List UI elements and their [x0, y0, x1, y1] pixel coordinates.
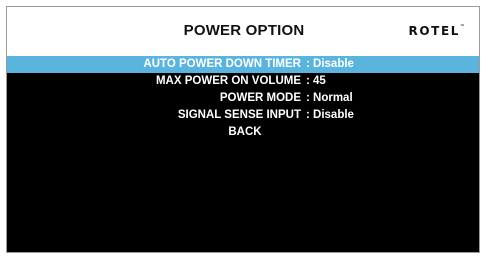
menu-item-label: MAX POWER ON VOLUME [155, 75, 301, 87]
osd-screen: POWER OPTION ROTEL™ AUTO POWER DOWN TIME… [6, 6, 480, 253]
menu-item-power-mode[interactable]: POWER MODE : Normal [7, 90, 479, 107]
menu-item-value: : Disable [306, 109, 354, 121]
logo-trademark: ™ [460, 24, 465, 30]
logo-text: ROTEL [408, 24, 460, 38]
menu-item-value: : Disable [306, 58, 354, 70]
header-bar: POWER OPTION ROTEL™ [7, 7, 479, 56]
menu-item-label: SIGNAL SENSE INPUT [177, 109, 301, 121]
menu-item-label: POWER MODE [219, 92, 301, 104]
power-option-menu: AUTO POWER DOWN TIMER : Disable MAX POWE… [7, 56, 479, 141]
menu-item-auto-power-down-timer[interactable]: AUTO POWER DOWN TIMER : Disable [7, 56, 479, 73]
menu-item-signal-sense-input[interactable]: SIGNAL SENSE INPUT : Disable [7, 107, 479, 124]
menu-item-max-power-on-volume[interactable]: MAX POWER ON VOLUME : 45 [7, 73, 479, 90]
back-button[interactable]: BACK [7, 124, 479, 141]
menu-item-value: : Normal [306, 92, 353, 104]
menu-item-value: : 45 [306, 75, 326, 87]
rotel-logo: ROTEL™ [409, 24, 465, 38]
menu-item-label: AUTO POWER DOWN TIMER [143, 58, 301, 70]
